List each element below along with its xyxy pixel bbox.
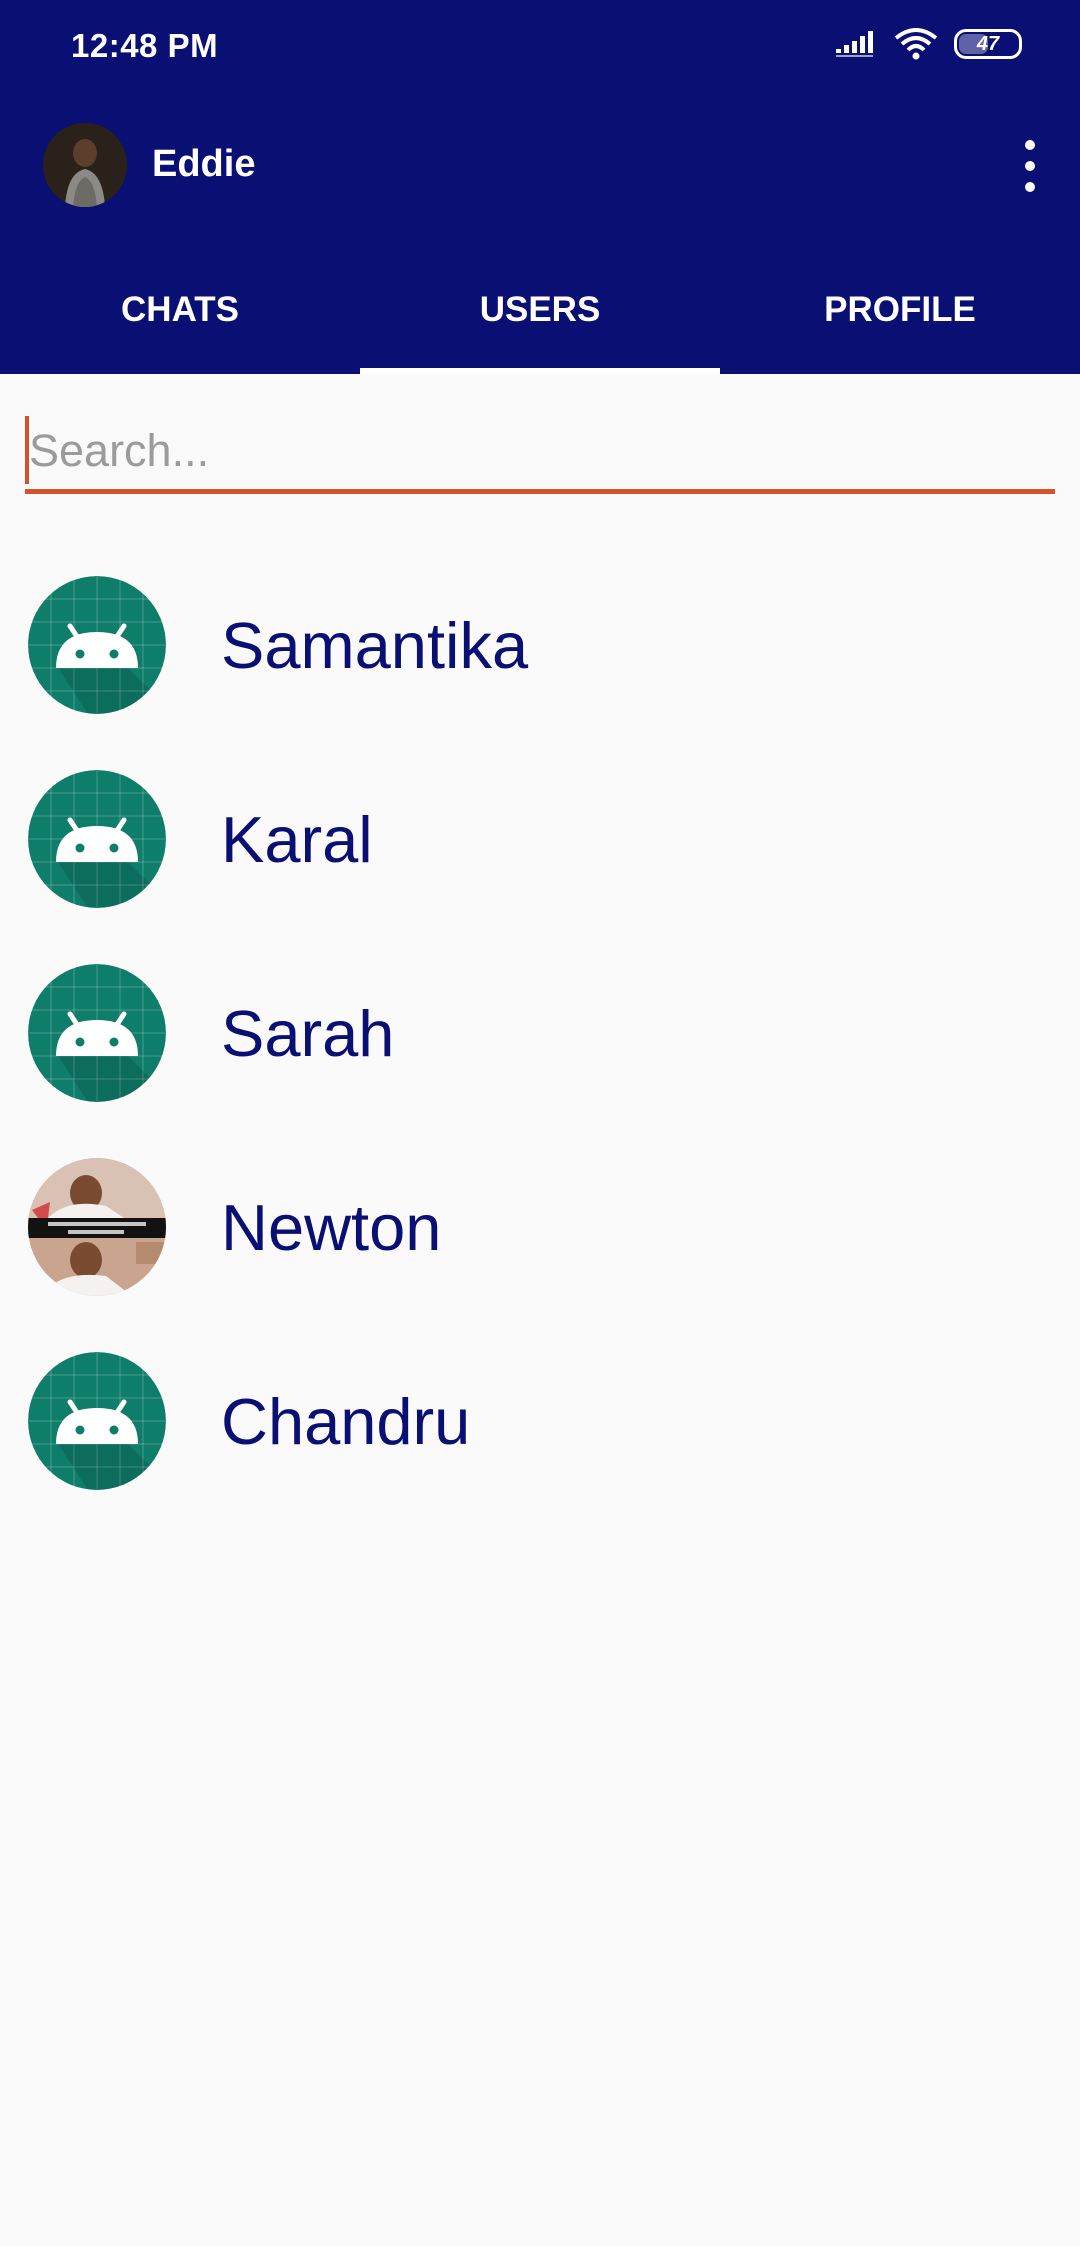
- android-icon: [28, 964, 166, 1102]
- status-time: 12:48 PM: [71, 27, 219, 64]
- android-icon: [28, 770, 166, 908]
- list-item[interactable]: Karal: [0, 742, 1080, 936]
- status-bar: 12:48 PM 47: [0, 0, 1080, 96]
- tab-profile-label: PROFILE: [824, 290, 976, 329]
- battery-icon: 47: [954, 29, 1022, 59]
- search-underline: [25, 489, 1055, 494]
- search-field: [25, 414, 1055, 494]
- tab-selected-indicator: [360, 368, 720, 374]
- app-bar: 12:48 PM 47 Eddie CHATS USERS PROFILE: [0, 0, 1080, 374]
- user-photo-avatar: [28, 1158, 166, 1296]
- android-icon: [28, 1352, 166, 1490]
- battery-level: 47: [976, 32, 1000, 55]
- search-input[interactable]: [25, 414, 1055, 488]
- list-item[interactable]: Sarah: [0, 936, 1080, 1130]
- tab-bar: CHATS USERS PROFILE: [0, 270, 1080, 374]
- user-name: Chandru: [221, 1384, 471, 1458]
- list-item[interactable]: Newton: [0, 1130, 1080, 1324]
- tab-profile[interactable]: PROFILE: [720, 270, 1080, 374]
- profile-avatar[interactable]: [43, 123, 127, 207]
- signal-icon: [836, 29, 878, 59]
- wifi-icon: [894, 28, 938, 60]
- toolbar: Eddie: [0, 96, 1080, 236]
- tab-chats-label: CHATS: [121, 290, 239, 329]
- android-icon: [28, 576, 166, 714]
- tab-users-label: USERS: [479, 290, 601, 329]
- more-options-button[interactable]: [1018, 140, 1042, 192]
- profile-name: Eddie: [152, 143, 256, 185]
- list-item[interactable]: Samantika: [0, 548, 1080, 742]
- user-name: Sarah: [221, 996, 395, 1070]
- more-vert-icon: [1025, 140, 1035, 150]
- list-item[interactable]: Chandru: [0, 1324, 1080, 1518]
- text-cursor: [25, 416, 29, 484]
- user-name: Samantika: [221, 608, 529, 682]
- tab-chats[interactable]: CHATS: [0, 270, 360, 374]
- user-name: Karal: [221, 802, 373, 876]
- user-name: Newton: [221, 1190, 442, 1264]
- status-icons: 47: [836, 28, 1022, 60]
- user-list: Samantika Karal Sarah Newton Chandru: [0, 548, 1080, 1518]
- tab-users[interactable]: USERS: [360, 270, 720, 374]
